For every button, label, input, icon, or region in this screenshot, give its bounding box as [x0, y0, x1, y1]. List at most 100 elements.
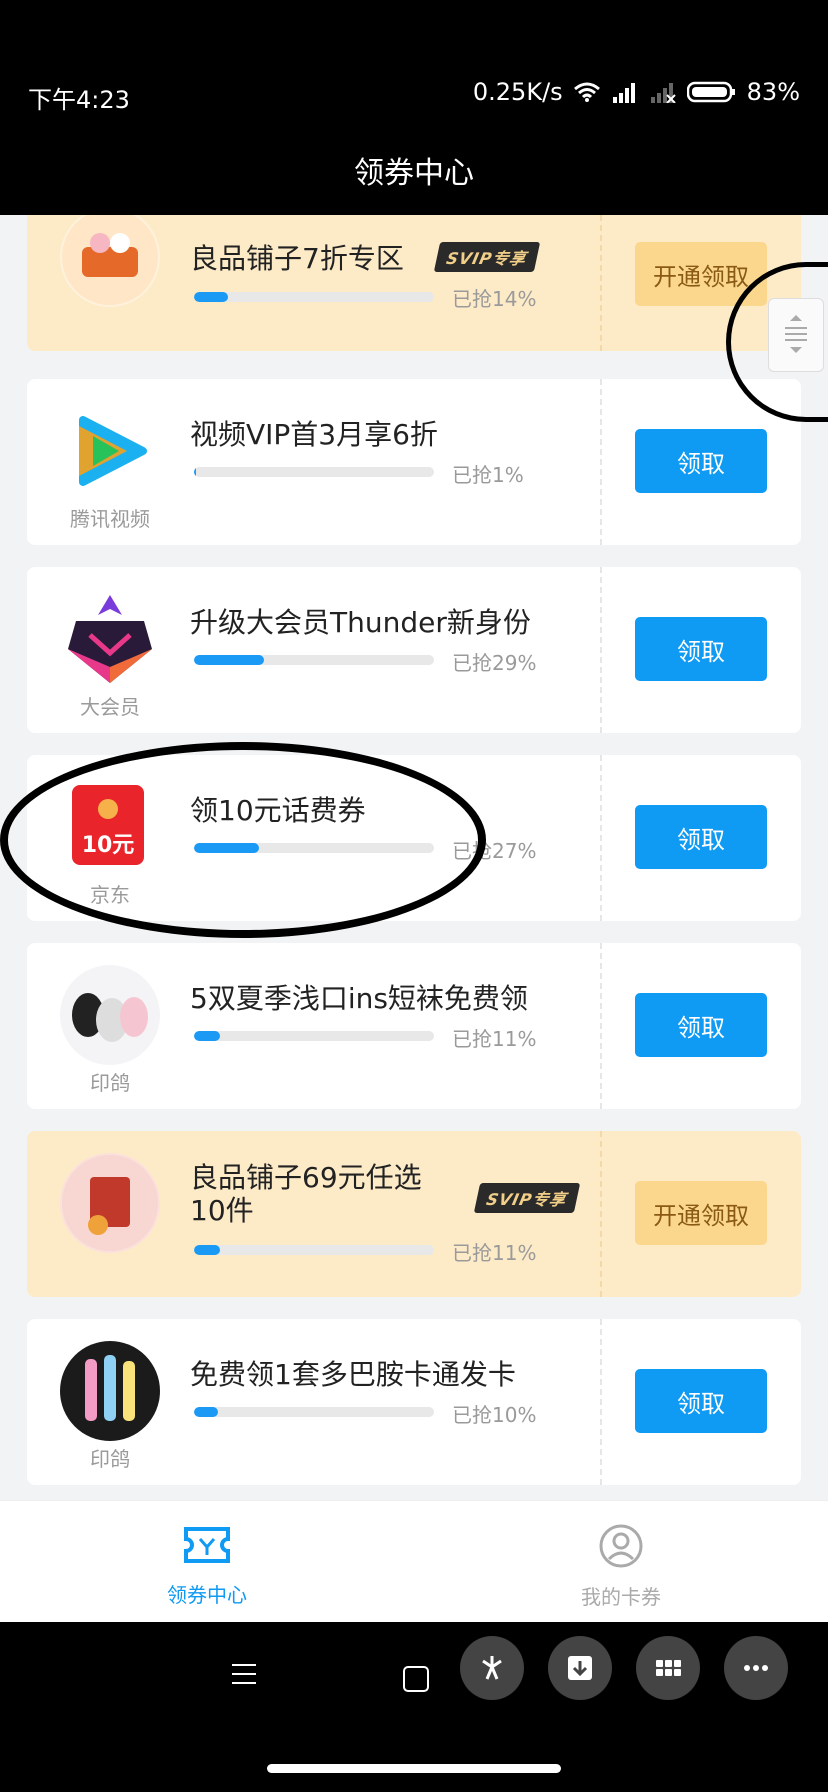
coupon-card[interactable]: 印鸽 5双夏季浅口ins短袜免费领 已抢11% 领取	[27, 943, 801, 1109]
progress-bar	[194, 1031, 434, 1041]
battery-icon	[686, 81, 735, 103]
progress-text: 已抢11%	[452, 1027, 537, 1051]
socks-product-image	[60, 965, 160, 1065]
menu-icon[interactable]	[232, 1664, 256, 1691]
brand-name: 印鸽	[90, 1447, 130, 1471]
coupon-info: 印鸽 5双夏季浅口ins短袜免费领 已抢11%	[27, 943, 602, 1109]
status-right: 0.25K/s 83%	[473, 78, 800, 106]
coupon-action: 领取	[602, 379, 801, 545]
progress-bar	[194, 655, 434, 665]
hairclip-product-image	[60, 1341, 160, 1441]
brand-name: 大会员	[80, 695, 140, 719]
more-dots-icon	[744, 1665, 768, 1671]
progress-fill	[194, 843, 259, 853]
open-claim-button[interactable]: 开通领取	[635, 1181, 767, 1245]
coupon-action: 领取	[602, 567, 801, 733]
signal-off-icon	[650, 83, 676, 103]
more-button[interactable]	[724, 1636, 788, 1700]
coupon-title: 升级大会员Thunder新身份	[190, 606, 531, 639]
coupon-title: 视频VIP首3月享6折	[190, 418, 438, 451]
home-square-icon[interactable]	[403, 1666, 429, 1692]
page-title: 领券中心	[354, 156, 474, 191]
coupon-card[interactable]: 良品铺子69元任选10件 SVIP专享 已抢11% 开通领取	[27, 1131, 801, 1297]
progress-fill	[194, 1245, 221, 1255]
progress-fill	[194, 655, 264, 665]
coupon-card[interactable]: 10元 京东 领10元话费券 已抢27% 领取	[27, 755, 801, 921]
coupon-info: 良品铺子69元任选10件 SVIP专享 已抢11%	[27, 1131, 602, 1297]
coupon-title: 免费领1套多巴胺卡通发卡	[190, 1358, 516, 1391]
ticket-icon	[184, 1527, 230, 1563]
sparkle-icon	[482, 1656, 502, 1680]
coupon-action: 领取	[602, 1319, 801, 1485]
tab-my-coupons[interactable]: 我的卡券	[551, 1523, 691, 1610]
claim-button[interactable]: 领取	[635, 429, 767, 493]
status-bar: 下午4:23 0.25K/s 83%	[0, 0, 828, 125]
progress-fill	[194, 292, 228, 302]
progress-text: 已抢1%	[452, 463, 524, 487]
brand-name: 印鸽	[90, 1071, 130, 1095]
progress-bar	[194, 467, 434, 477]
coupon-info: 良品铺子7折专区 SVIP专享 已抢14%	[27, 215, 602, 351]
progress-bar	[194, 1407, 434, 1417]
coupon-info: 10元 京东 领10元话费券 已抢27%	[27, 755, 602, 921]
progress-fill	[194, 467, 197, 477]
coupon-card[interactable]: 良品铺子7折专区 SVIP专享 已抢14% 开通领取	[27, 215, 801, 351]
brand-name: 腾讯视频	[70, 507, 150, 531]
coupon-title: 良品铺子69元任选10件	[190, 1161, 422, 1227]
tencent-video-logo	[60, 401, 160, 501]
apps-grid-button[interactable]	[636, 1636, 700, 1700]
battery-percent: 83%	[746, 78, 800, 106]
progress-text: 已抢11%	[452, 1241, 537, 1265]
coupon-action: 领取	[602, 943, 801, 1109]
brand-logo	[60, 1153, 160, 1253]
svip-badge: SVIP专享	[473, 1183, 580, 1213]
user-icon	[599, 1524, 643, 1568]
sparkle-tool-button[interactable]	[460, 1636, 524, 1700]
claim-button[interactable]: 领取	[635, 617, 767, 681]
grid-icon	[656, 1660, 681, 1676]
progress-fill	[194, 1031, 221, 1041]
scroll-handle[interactable]	[768, 298, 824, 372]
download-button[interactable]	[548, 1636, 612, 1700]
status-time: 下午4:23	[28, 86, 130, 114]
home-indicator[interactable]	[267, 1764, 561, 1773]
brand-name: 京东	[90, 883, 130, 907]
brand-logo	[60, 215, 160, 307]
big-member-logo	[60, 589, 160, 689]
tab-coupon-center[interactable]: 领券中心	[137, 1523, 277, 1608]
progress-text: 已抢27%	[452, 839, 537, 863]
wifi-icon	[573, 82, 600, 102]
net-speed: 0.25K/s	[472, 78, 563, 106]
signal-icon	[612, 83, 635, 103]
coupon-action: 领取	[602, 755, 801, 921]
coupon-title: 良品铺子7折专区	[190, 242, 404, 275]
progress-fill	[194, 1407, 218, 1417]
system-nav	[0, 1622, 828, 1792]
progress-text: 已抢10%	[452, 1403, 537, 1427]
coupon-list[interactable]: 良品铺子7折专区 SVIP专享 已抢14% 开通领取 腾讯视频 视频VIP首3月…	[0, 215, 828, 1500]
progress-bar	[194, 843, 434, 853]
scroll-arrows-icon	[785, 315, 807, 353]
tab-label: 我的卡券	[581, 1585, 661, 1609]
coupon-info: 腾讯视频 视频VIP首3月享6折 已抢1%	[27, 379, 602, 545]
claim-button[interactable]: 领取	[635, 993, 767, 1057]
open-claim-button[interactable]: 开通领取	[635, 242, 767, 306]
download-icon	[568, 1656, 592, 1680]
coupon-title: 5双夏季浅口ins短袜免费领	[190, 982, 528, 1015]
claim-button[interactable]: 领取	[635, 805, 767, 869]
coupon-action: 开通领取	[602, 1131, 801, 1297]
coupon-title: 领10元话费券	[190, 794, 366, 827]
progress-bar	[194, 1245, 434, 1255]
logo-text: 10元	[81, 833, 135, 858]
tab-label: 领券中心	[167, 1583, 247, 1607]
header: 领券中心	[0, 125, 828, 215]
coupon-card[interactable]: 印鸽 免费领1套多巴胺卡通发卡 已抢10% 领取	[27, 1319, 801, 1485]
coupon-info: 印鸽 免费领1套多巴胺卡通发卡 已抢10%	[27, 1319, 602, 1485]
progress-bar	[194, 292, 434, 302]
svip-badge: SVIP专享	[433, 242, 540, 272]
coupon-card[interactable]: 大会员 升级大会员Thunder新身份 已抢29% 领取	[27, 567, 801, 733]
progress-text: 已抢14%	[452, 287, 537, 311]
jd-red-packet-logo: 10元	[72, 785, 144, 865]
claim-button[interactable]: 领取	[635, 1369, 767, 1433]
coupon-card[interactable]: 腾讯视频 视频VIP首3月享6折 已抢1% 领取	[27, 379, 801, 545]
